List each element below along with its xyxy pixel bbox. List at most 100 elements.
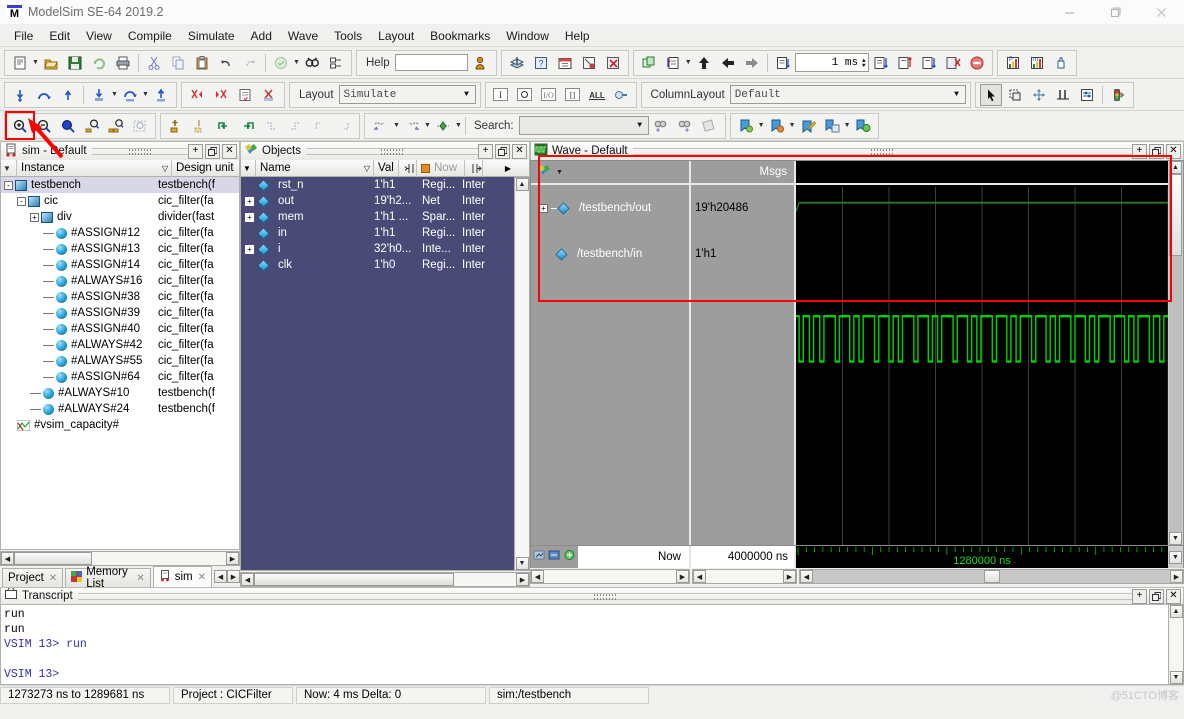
menu-edit[interactable]: Edit: [41, 27, 78, 45]
scroll-left-arrow-icon[interactable]: ◀: [531, 570, 544, 583]
scroll-up-arrow-icon[interactable]: ▲: [1169, 161, 1182, 174]
copy-icon[interactable]: [167, 52, 189, 74]
collapse-icon[interactable]: -: [4, 180, 13, 190]
wave-panel-close-button[interactable]: ✕: [1166, 143, 1181, 159]
columnlayout-combo[interactable]: Default ▼: [729, 85, 966, 104]
find-next-transition-icon[interactable]: [237, 115, 259, 137]
wave-canvas[interactable]: [796, 161, 1168, 545]
search-next-icon[interactable]: [401, 115, 423, 137]
step-into-dropdown-icon[interactable]: ▼: [111, 84, 118, 106]
zoom-select-icon[interactable]: [129, 115, 151, 137]
table-row[interactable]: #ASSIGN#14 cic_filter(fa: [1, 257, 239, 273]
tab-project[interactable]: Project ✕: [2, 568, 64, 587]
table-row[interactable]: #ASSIGN#13 cic_filter(fa: [1, 241, 239, 257]
new-file-dropdown-icon[interactable]: ▼: [32, 52, 39, 74]
list-item[interactable]: rst_n 1'h1 Regi... Inter: [241, 177, 514, 193]
search-combo[interactable]: ▼: [518, 116, 649, 135]
sim-column-instance[interactable]: Instance ▽: [17, 159, 172, 177]
chevron-down-icon[interactable]: ▼: [459, 90, 475, 99]
restart-dropdown-icon[interactable]: ▼: [685, 52, 692, 74]
remove-bookmark-icon[interactable]: [766, 115, 788, 137]
menu-add[interactable]: Add: [243, 27, 280, 45]
objects-horizontal-scrollbar[interactable]: ◀ ▶: [240, 572, 530, 587]
wave-panel-maximize-button[interactable]: +: [1132, 143, 1147, 159]
collapse-icon[interactable]: -: [17, 196, 26, 206]
transcript-undock-button[interactable]: [1149, 588, 1164, 604]
objects-panel-grip[interactable]: [306, 147, 478, 156]
step-over-icon[interactable]: [33, 84, 55, 106]
paste-icon[interactable]: [191, 52, 213, 74]
objects-filter-icon[interactable]: ▼: [241, 159, 256, 177]
wave-vertical-scrollbar[interactable]: ▲ ▼: [1168, 161, 1183, 545]
search-all-next-icon[interactable]: [674, 115, 696, 137]
objects-vscroll-track[interactable]: [515, 191, 529, 557]
objects-panel-undock-button[interactable]: [495, 143, 510, 159]
maximize-button[interactable]: [1092, 0, 1138, 25]
menu-tools[interactable]: Tools: [326, 27, 370, 45]
scroll-down-arrow-icon[interactable]: ▼: [1169, 532, 1182, 545]
menu-compile[interactable]: Compile: [120, 27, 180, 45]
menu-help[interactable]: Help: [557, 27, 598, 45]
search-all-icon[interactable]: [650, 115, 672, 137]
objects-list[interactable]: rst_n 1'h1 Regi... Inter + out 19'h2... Net Inte…: [240, 177, 515, 571]
undo-icon[interactable]: [215, 52, 237, 74]
wave-timeline-ruler[interactable]: 1280000 ns: [796, 546, 1168, 568]
simulate-config-icon[interactable]: [554, 52, 576, 74]
layout-combo[interactable]: Simulate ▼: [338, 85, 476, 104]
wave-cursor-controls[interactable]: Now: [531, 546, 691, 568]
print-icon[interactable]: [112, 52, 134, 74]
table-row[interactable]: #vsim_capacity#: [1, 417, 239, 433]
wave-signal-row[interactable]: + /testbench/out: [531, 185, 689, 231]
new-file-icon[interactable]: [9, 52, 31, 74]
objects-more-columns-icon[interactable]: ▶: [483, 160, 529, 177]
objects-next-value-icon[interactable]: [465, 159, 483, 177]
find-rising-edge-icon[interactable]: [285, 115, 307, 137]
wave-signal-row[interactable]: /testbench/in: [531, 231, 689, 277]
step-back-icon[interactable]: [717, 52, 739, 74]
sim-filter-icon[interactable]: ▼: [1, 159, 17, 177]
tab-scroll-buttons[interactable]: ◀ ▶: [214, 570, 240, 583]
scroll-down-arrow-icon[interactable]: ▼: [1169, 550, 1182, 564]
wave-panel-grip[interactable]: [632, 147, 1132, 156]
compile-dropdown-icon[interactable]: ▼: [293, 52, 300, 74]
zoom-in-icon[interactable]: [5, 110, 35, 140]
wave-names-scrollbar[interactable]: ◀ ▶: [530, 569, 690, 584]
zoom-out-icon[interactable]: [33, 115, 55, 137]
step-out-icon[interactable]: [57, 84, 79, 106]
remove-bookmark-dropdown-icon[interactable]: ▼: [789, 115, 796, 137]
select-mode-icon[interactable]: [979, 83, 1002, 106]
menu-wave[interactable]: Wave: [280, 27, 326, 45]
list-item[interactable]: in 1'h1 Regi... Inter: [241, 225, 514, 241]
objects-scroll-track[interactable]: [454, 573, 516, 586]
wave-signal-names-column[interactable]: ▼ + /testbench/out/testbench/in: [531, 161, 691, 545]
scroll-down-arrow-icon[interactable]: ▼: [515, 557, 529, 570]
filter-output-icon[interactable]: [514, 84, 536, 106]
cursor-mode-icon[interactable]: [1052, 84, 1074, 106]
save-bookmark-icon[interactable]: [821, 115, 843, 137]
list-item[interactable]: + i 32'h0... Inte... Inter: [241, 241, 514, 257]
chevron-down-icon[interactable]: ▼: [949, 90, 965, 99]
delete-cursor-icon[interactable]: [189, 115, 211, 137]
compile-icon[interactable]: [270, 52, 292, 74]
compile-all-icon[interactable]: [506, 52, 528, 74]
close-button[interactable]: [1138, 0, 1184, 25]
wave-panel-undock-button[interactable]: [1149, 143, 1164, 159]
objects-now-column[interactable]: Now: [417, 159, 465, 177]
wave-vscroll-thumb[interactable]: [1169, 174, 1182, 256]
help-search-input[interactable]: [394, 54, 468, 71]
expand-icon[interactable]: +: [30, 212, 39, 222]
scroll-right-arrow-icon[interactable]: ▶: [783, 570, 796, 583]
step-over-instance-icon[interactable]: [119, 84, 141, 106]
wave-names-scroll-track[interactable]: [544, 570, 676, 583]
run-all-icon[interactable]: [918, 52, 940, 74]
goto-bookmark-icon[interactable]: [852, 115, 874, 137]
wave-palette-icon[interactable]: [537, 164, 552, 181]
search-prev-icon[interactable]: [370, 115, 392, 137]
table-row[interactable]: - testbench testbench(f: [1, 177, 239, 193]
table-row[interactable]: #ASSIGN#40 cic_filter(fa: [1, 321, 239, 337]
wave-time-scroll-track-right[interactable]: [999, 570, 1170, 583]
pan-mode-icon[interactable]: [1028, 84, 1050, 106]
redo-icon[interactable]: [239, 52, 261, 74]
filter-inout-icon[interactable]: I/O: [538, 84, 560, 106]
filter-all-icon[interactable]: ALL: [586, 84, 608, 106]
